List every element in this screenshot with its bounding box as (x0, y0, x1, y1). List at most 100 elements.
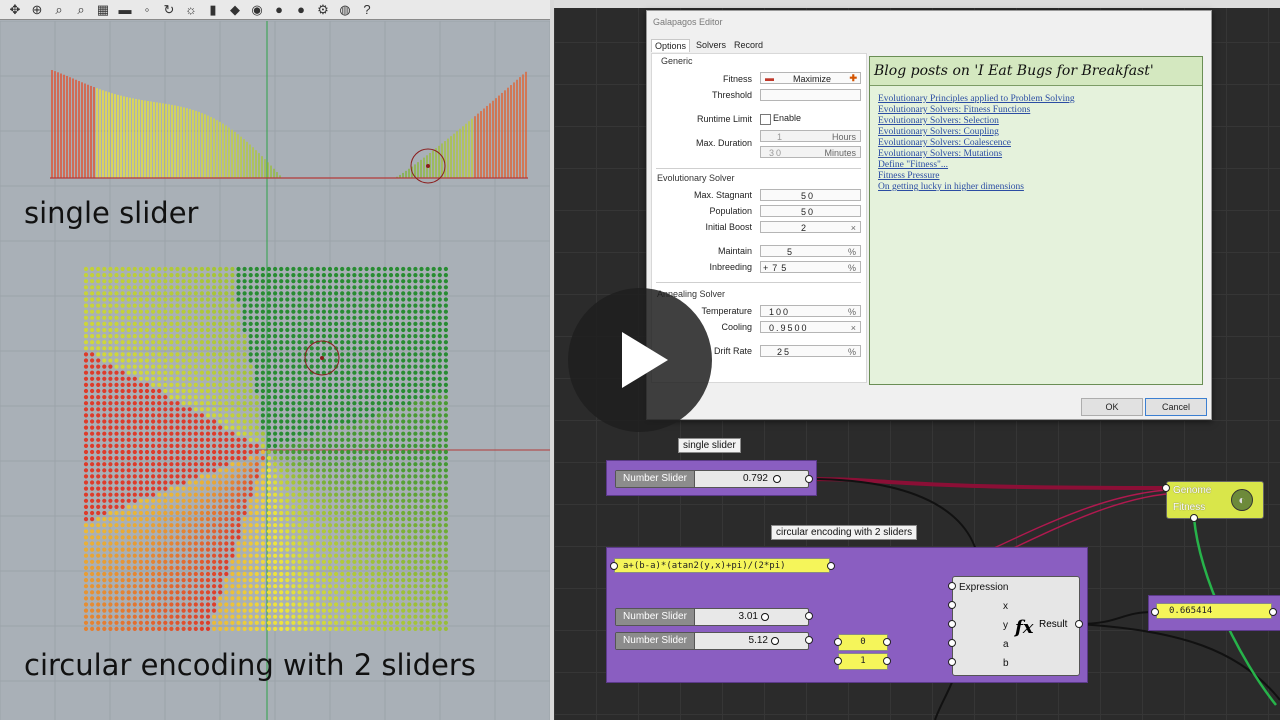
minus-icon: ▬ (765, 73, 774, 83)
initial-boost-input[interactable]: 2 × (760, 221, 861, 233)
output-port[interactable] (883, 638, 891, 646)
input-port[interactable] (1151, 608, 1159, 616)
enable-label: Enable (773, 113, 802, 123)
expression-title: Expression (959, 582, 1009, 593)
output-port[interactable] (805, 636, 813, 644)
blog-link[interactable]: Define "Fitness"... (878, 160, 1202, 171)
blog-link[interactable]: Evolutionary Solvers: Coupling (878, 127, 1202, 138)
number-slider-a[interactable]: Number Slider 3.01 (615, 608, 809, 626)
result-panel[interactable]: 0.665414 (1156, 603, 1272, 619)
panel-b-value[interactable]: 1 (838, 653, 888, 670)
threshold-label: Threshold (711, 90, 752, 100)
minutes-input[interactable]: 30 Minutes (760, 146, 861, 158)
blog-title: Blog posts on 'I Eat Bugs for Breakfast' (870, 57, 1202, 86)
cooling-input[interactable]: 0.9500 × (760, 321, 861, 333)
maintain-label: Maintain (717, 246, 752, 256)
slider-name: Number Slider (616, 471, 695, 487)
input-a[interactable]: a (1003, 639, 1009, 650)
slider-value: 5.12 (748, 635, 768, 646)
population-input[interactable]: 50 (760, 205, 861, 217)
wire-result (1077, 611, 1155, 625)
duration-label: Max. Duration (695, 138, 752, 148)
slider-name: Number Slider (616, 633, 695, 649)
threshold-input[interactable] (760, 89, 861, 101)
input-b[interactable]: b (1003, 658, 1009, 669)
population-label: Population (709, 206, 752, 216)
inbreeding-label: Inbreeding (709, 262, 752, 272)
cancel-button[interactable]: Cancel (1145, 398, 1207, 416)
max-stagnant-input[interactable]: 50 (760, 189, 861, 201)
input-port[interactable] (610, 562, 618, 570)
single-slider-group-label: single slider (678, 438, 741, 453)
blog-link[interactable]: Evolutionary Solvers: Selection (878, 116, 1202, 127)
wire-slider-genome (807, 477, 1167, 490)
fitness-input[interactable]: Fitness (1173, 502, 1205, 513)
tab-solvers[interactable]: Solvers (693, 39, 729, 51)
output-result[interactable]: Result (1039, 619, 1067, 630)
tab-options[interactable]: Options (651, 39, 691, 52)
output-port[interactable] (827, 562, 835, 570)
initial-boost-label: Initial Boost (705, 222, 752, 232)
maintain-input[interactable]: 5% (760, 245, 861, 257)
input-x[interactable]: x (1003, 601, 1008, 612)
fitness-dropdown[interactable]: ▬ Maximize ✚ (760, 72, 861, 84)
galapagos-icon: ◐ (1231, 489, 1253, 511)
output-port[interactable] (883, 657, 891, 665)
slider-knob[interactable] (773, 475, 781, 483)
blog-link[interactable]: Evolutionary Solvers: Fitness Functions (878, 105, 1202, 116)
circular-group-label: circular encoding with 2 sliders (771, 525, 918, 540)
hours-input[interactable]: 1 Hours (760, 130, 861, 142)
genome-input[interactable]: Genome (1173, 485, 1211, 496)
drift-rate-input[interactable]: 25% (760, 345, 861, 357)
output-port[interactable] (1269, 608, 1277, 616)
tab-record[interactable]: Record (731, 39, 766, 51)
input-port[interactable] (1190, 514, 1198, 522)
panel-a-value[interactable]: 0 (838, 634, 888, 651)
number-slider-single[interactable]: Number Slider 0.792 (615, 470, 809, 488)
ok-button[interactable]: OK (1081, 398, 1143, 416)
output-port[interactable] (805, 475, 813, 483)
galapagos-component[interactable]: Genome Fitness ◐ (1166, 481, 1264, 519)
blog-link[interactable]: Evolutionary Solvers: Coalescence (878, 138, 1202, 149)
expression-text-panel[interactable]: a+(b-a)*(atan2(y,x)+pi)/(2*pi) (614, 558, 830, 573)
output-port[interactable] (1075, 620, 1083, 628)
number-slider-b[interactable]: Number Slider 5.12 (615, 632, 809, 650)
blog-links: Evolutionary Principles applied to Probl… (870, 94, 1202, 193)
separator (656, 282, 861, 283)
input-port[interactable] (834, 657, 842, 665)
window-title: Galapagos Editor (653, 17, 723, 27)
input-port[interactable] (834, 638, 842, 646)
video-play-button[interactable] (568, 288, 712, 432)
wire-result-out (1077, 623, 1280, 701)
inbreeding-input[interactable]: +75% (760, 261, 861, 273)
blog-link[interactable]: Fitness Pressure (878, 171, 1202, 182)
input-port[interactable] (948, 658, 956, 666)
blog-link[interactable]: Evolutionary Solvers: Mutations (878, 149, 1202, 160)
blog-posts-panel: Blog posts on 'I Eat Bugs for Breakfast'… (869, 56, 1203, 385)
runtime-label: Runtime Limit (696, 114, 752, 124)
slider-knob[interactable] (761, 613, 769, 621)
blog-link[interactable]: On getting lucky in higher dimensions (878, 182, 1202, 193)
output-port[interactable] (805, 612, 813, 620)
max-stagnant-label: Max. Stagnant (693, 190, 752, 200)
input-port[interactable] (948, 601, 956, 609)
input-y[interactable]: y (1003, 620, 1008, 631)
fitness-value: Maximize (793, 74, 832, 84)
input-port[interactable] (1162, 484, 1170, 492)
slider-name: Number Slider (616, 609, 695, 625)
galapagos-editor-window[interactable]: Galapagos Editor Options Solvers Record … (646, 10, 1212, 420)
input-port[interactable] (948, 582, 956, 590)
fx-icon: fx (1015, 617, 1034, 638)
slider-value: 3.01 (738, 611, 758, 622)
slider-knob[interactable] (771, 637, 779, 645)
play-icon (622, 332, 668, 388)
blog-link[interactable]: Evolutionary Principles applied to Probl… (878, 94, 1202, 105)
enable-checkbox[interactable] (760, 114, 771, 125)
input-port[interactable] (948, 620, 956, 628)
group-evolutionary: Evolutionary Solver (657, 173, 735, 183)
temperature-input[interactable]: 100% (760, 305, 861, 317)
input-port[interactable] (948, 639, 956, 647)
expression-component[interactable]: Expression x y a b fx Result (952, 576, 1080, 676)
fitness-label: Fitness (722, 74, 752, 84)
separator (656, 168, 861, 169)
